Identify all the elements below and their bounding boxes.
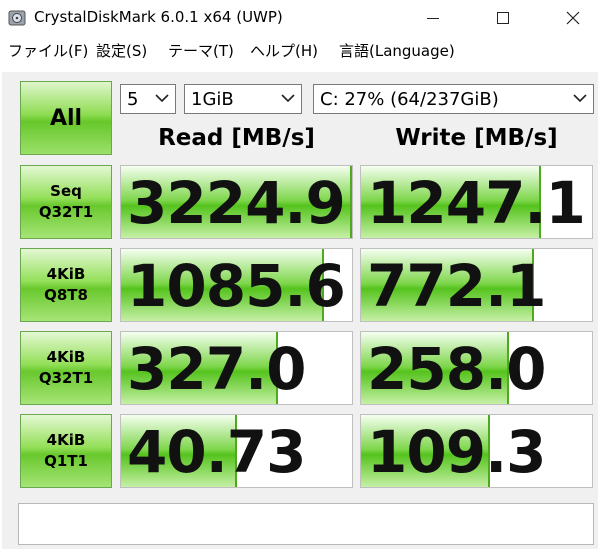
row-label-line2: Q32T1: [38, 203, 94, 221]
test-count-select[interactable]: 5: [120, 84, 176, 114]
result-write-4kib-q32t1: 258.0: [360, 331, 593, 405]
4kib-q1t1-button[interactable]: 4KiB Q1T1: [20, 414, 112, 488]
drive-value: C: 27% (64/237GiB): [320, 88, 499, 110]
minimize-icon: [427, 17, 439, 19]
result-write-seq-q32t1: 1247.1: [360, 165, 593, 239]
test-size-select[interactable]: 1GiB: [184, 84, 302, 114]
maximize-icon: [497, 12, 509, 24]
menu-theme[interactable]: テーマ(T): [168, 40, 234, 61]
window-title: CrystalDiskMark 6.0.1 x64 (UWP): [34, 8, 283, 26]
row-label-line1: 4KiB: [46, 348, 86, 366]
minimize-button[interactable]: [410, 0, 456, 36]
result-value: 1085.6: [127, 252, 346, 320]
read-column-header: Read [MB/s]: [158, 125, 315, 151]
comment-field[interactable]: [18, 503, 594, 545]
maximize-button[interactable]: [480, 0, 526, 36]
menu-file[interactable]: ファイル(F): [8, 40, 88, 61]
app-disk-icon: [8, 10, 26, 26]
result-read-4kib-q1t1: 40.73: [120, 414, 353, 488]
result-value: 772.1: [367, 252, 546, 320]
result-write-4kib-q1t1: 109.3: [360, 414, 593, 488]
seq-q32t1-button[interactable]: Seq Q32T1: [20, 165, 112, 239]
result-value: 109.3: [367, 418, 546, 486]
chevron-down-icon: [281, 94, 295, 103]
all-button[interactable]: All: [20, 81, 112, 155]
chevron-down-icon: [155, 94, 169, 103]
close-icon: [566, 11, 580, 25]
result-read-seq-q32t1: 3224.9: [120, 165, 353, 239]
result-value: 258.0: [367, 335, 546, 403]
row-label-line2: Q32T1: [38, 369, 94, 387]
test-size-value: 1GiB: [191, 88, 234, 110]
menu-help[interactable]: ヘルプ(H): [250, 40, 318, 61]
write-column-header: Write [MB/s]: [395, 125, 558, 151]
result-write-4kib-q8t8: 772.1: [360, 248, 593, 322]
4kib-q8t8-button[interactable]: 4KiB Q8T8: [20, 248, 112, 322]
close-button[interactable]: [550, 0, 596, 36]
result-value: 40.73: [127, 418, 306, 486]
title-bar: CrystalDiskMark 6.0.1 x64 (UWP): [0, 0, 600, 36]
drive-select[interactable]: C: 27% (64/237GiB): [313, 84, 594, 114]
row-label-line2: Q8T8: [44, 286, 88, 304]
menu-settings[interactable]: 設定(S): [96, 40, 147, 61]
result-value: 327.0: [127, 335, 306, 403]
menu-language[interactable]: 言語(Language): [339, 40, 455, 61]
result-value: 1247.1: [367, 169, 586, 237]
chevron-down-icon: [573, 94, 587, 103]
test-count-value: 5: [127, 88, 139, 110]
result-value: 3224.9: [127, 169, 346, 237]
result-read-4kib-q8t8: 1085.6: [120, 248, 353, 322]
row-label-line1: Seq: [50, 182, 82, 200]
menu-bar: ファイル(F) 設定(S) テーマ(T) ヘルプ(H) 言語(Language): [0, 40, 600, 64]
row-label-line1: 4KiB: [46, 265, 86, 283]
row-label-line1: 4KiB: [46, 431, 86, 449]
row-label-line2: Q1T1: [44, 452, 88, 470]
4kib-q32t1-button[interactable]: 4KiB Q32T1: [20, 331, 112, 405]
result-read-4kib-q32t1: 327.0: [120, 331, 353, 405]
